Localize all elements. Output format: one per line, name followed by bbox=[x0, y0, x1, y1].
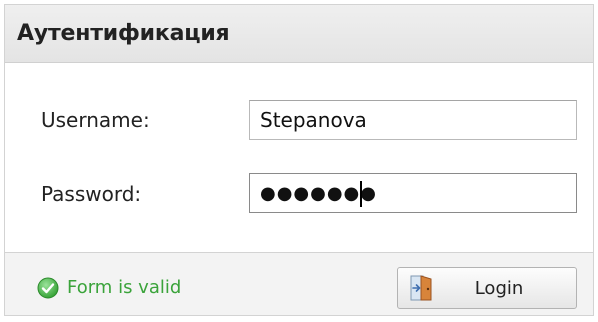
username-input[interactable] bbox=[249, 100, 577, 140]
door-exit-icon bbox=[410, 275, 432, 301]
dialog-title: Аутентификация bbox=[17, 21, 230, 46]
password-input[interactable] bbox=[249, 173, 577, 213]
login-button[interactable]: Login bbox=[397, 267, 577, 309]
username-label: Username: bbox=[41, 108, 150, 132]
dialog-footer: Form is valid Login bbox=[5, 253, 593, 315]
validation-status: Form is valid bbox=[37, 277, 181, 299]
check-circle-icon bbox=[37, 277, 59, 299]
auth-dialog: Аутентификация Username: Password: Form … bbox=[4, 4, 594, 316]
status-text: Form is valid bbox=[67, 277, 182, 298]
dialog-header: Аутентификация bbox=[5, 5, 593, 63]
password-label: Password: bbox=[41, 182, 142, 206]
login-form: Username: Password: bbox=[5, 63, 593, 253]
text-cursor bbox=[360, 181, 362, 207]
login-label: Login bbox=[474, 278, 524, 299]
